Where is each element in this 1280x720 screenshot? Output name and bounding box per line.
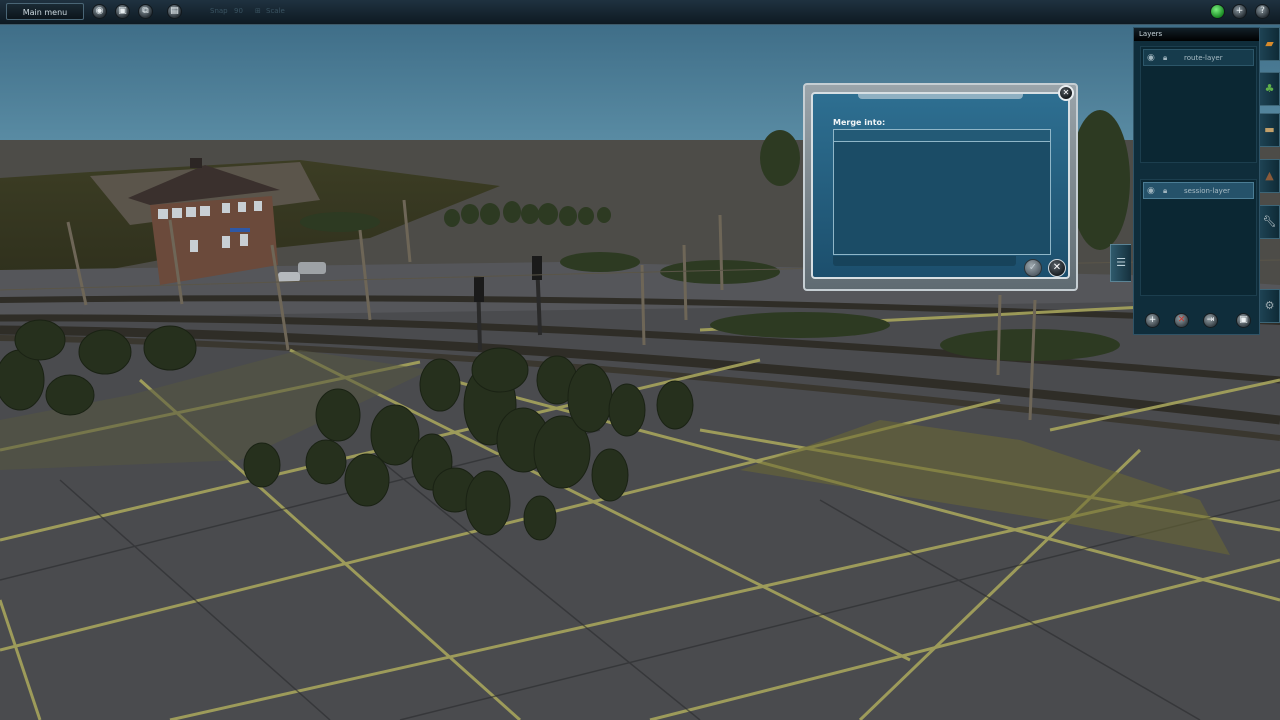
- add-layer-icon[interactable]: +: [1145, 313, 1160, 328]
- list-header: [834, 130, 1050, 142]
- layer-name: session-layer: [1184, 187, 1230, 195]
- layer-row-session[interactable]: ◉ 🔒︎ session-layer: [1143, 182, 1254, 199]
- layer-name: route-layer: [1184, 54, 1223, 62]
- eye-icon[interactable]: ◉: [1147, 53, 1159, 63]
- parked-car: [298, 262, 326, 274]
- merge-dialog: Merge into: ✓ ✕ ✕: [803, 83, 1078, 291]
- track-tool-icon[interactable]: ▰: [1260, 27, 1280, 61]
- help-icon[interactable]: ?: [1255, 4, 1270, 19]
- save-layer-icon[interactable]: ▣: [1236, 313, 1251, 328]
- eye-icon[interactable]: ◉: [1147, 186, 1159, 196]
- delete-layer-icon[interactable]: ✕: [1174, 313, 1189, 328]
- dialog-decoration: [858, 94, 1023, 99]
- save-icon[interactable]: ▣: [115, 4, 130, 19]
- panel-toggle-handle[interactable]: ☰: [1110, 244, 1131, 282]
- main-menu-button[interactable]: Main menu: [6, 3, 84, 20]
- world-viewport[interactable]: [0, 0, 1280, 720]
- merge-dialog-body: Merge into:: [811, 92, 1070, 279]
- terrain-tool-icon[interactable]: ▲: [1260, 159, 1280, 193]
- snap-label: Snap: [210, 7, 228, 15]
- layers-stack-icon: ☰: [1116, 256, 1126, 269]
- close-icon[interactable]: ✕: [1058, 85, 1074, 101]
- document-icon[interactable]: ▤: [167, 4, 182, 19]
- globe-icon[interactable]: ◉: [92, 4, 107, 19]
- route-layers-list: ◉ 🔒︎ route-layer: [1140, 46, 1257, 163]
- tool-strip: ▰ ♣ ▬ ▲ 🔧︎ ⚙: [1260, 27, 1280, 327]
- wrench-tool-icon[interactable]: 🔧︎: [1260, 205, 1280, 239]
- snap-value[interactable]: 90: [234, 7, 243, 15]
- mode-label[interactable]: Scale: [266, 7, 285, 15]
- layer-row-route[interactable]: ◉ 🔒︎ route-layer: [1143, 49, 1254, 66]
- rail-object-tool-icon[interactable]: ▬: [1260, 113, 1280, 147]
- confirm-check-icon[interactable]: ✓: [1024, 259, 1042, 277]
- session-layers-list: ◉ 🔒︎ session-layer: [1140, 179, 1257, 296]
- parked-car: [278, 272, 300, 282]
- scenery-tool-icon[interactable]: ♣: [1260, 72, 1280, 106]
- copy-icon[interactable]: ⧉: [138, 4, 153, 19]
- top-toolbar: Main menu ◉ ▣ ⧉ ▤ Snap 90 ⊞ Scale + ?: [0, 0, 1280, 25]
- cancel-x-icon[interactable]: ✕: [1048, 259, 1066, 277]
- lock-icon[interactable]: 🔒︎: [1163, 53, 1173, 63]
- status-indicator-icon: [1210, 4, 1225, 19]
- add-icon[interactable]: +: [1232, 4, 1247, 19]
- merge-layer-icon[interactable]: ⇥: [1203, 313, 1218, 328]
- merge-into-label: Merge into:: [833, 118, 886, 127]
- layers-panel-title: Layers: [1134, 28, 1259, 41]
- mode-icon: ⊞: [255, 7, 261, 15]
- dialog-bottom-bar: [833, 256, 1016, 266]
- layers-panel: Layers ◉ 🔒︎ route-layer ◉ 🔒︎ session-lay…: [1133, 27, 1260, 335]
- lock-icon[interactable]: 🔒︎: [1163, 186, 1173, 196]
- merge-target-list[interactable]: [833, 129, 1051, 255]
- settings-gear-icon[interactable]: ⚙: [1260, 289, 1280, 323]
